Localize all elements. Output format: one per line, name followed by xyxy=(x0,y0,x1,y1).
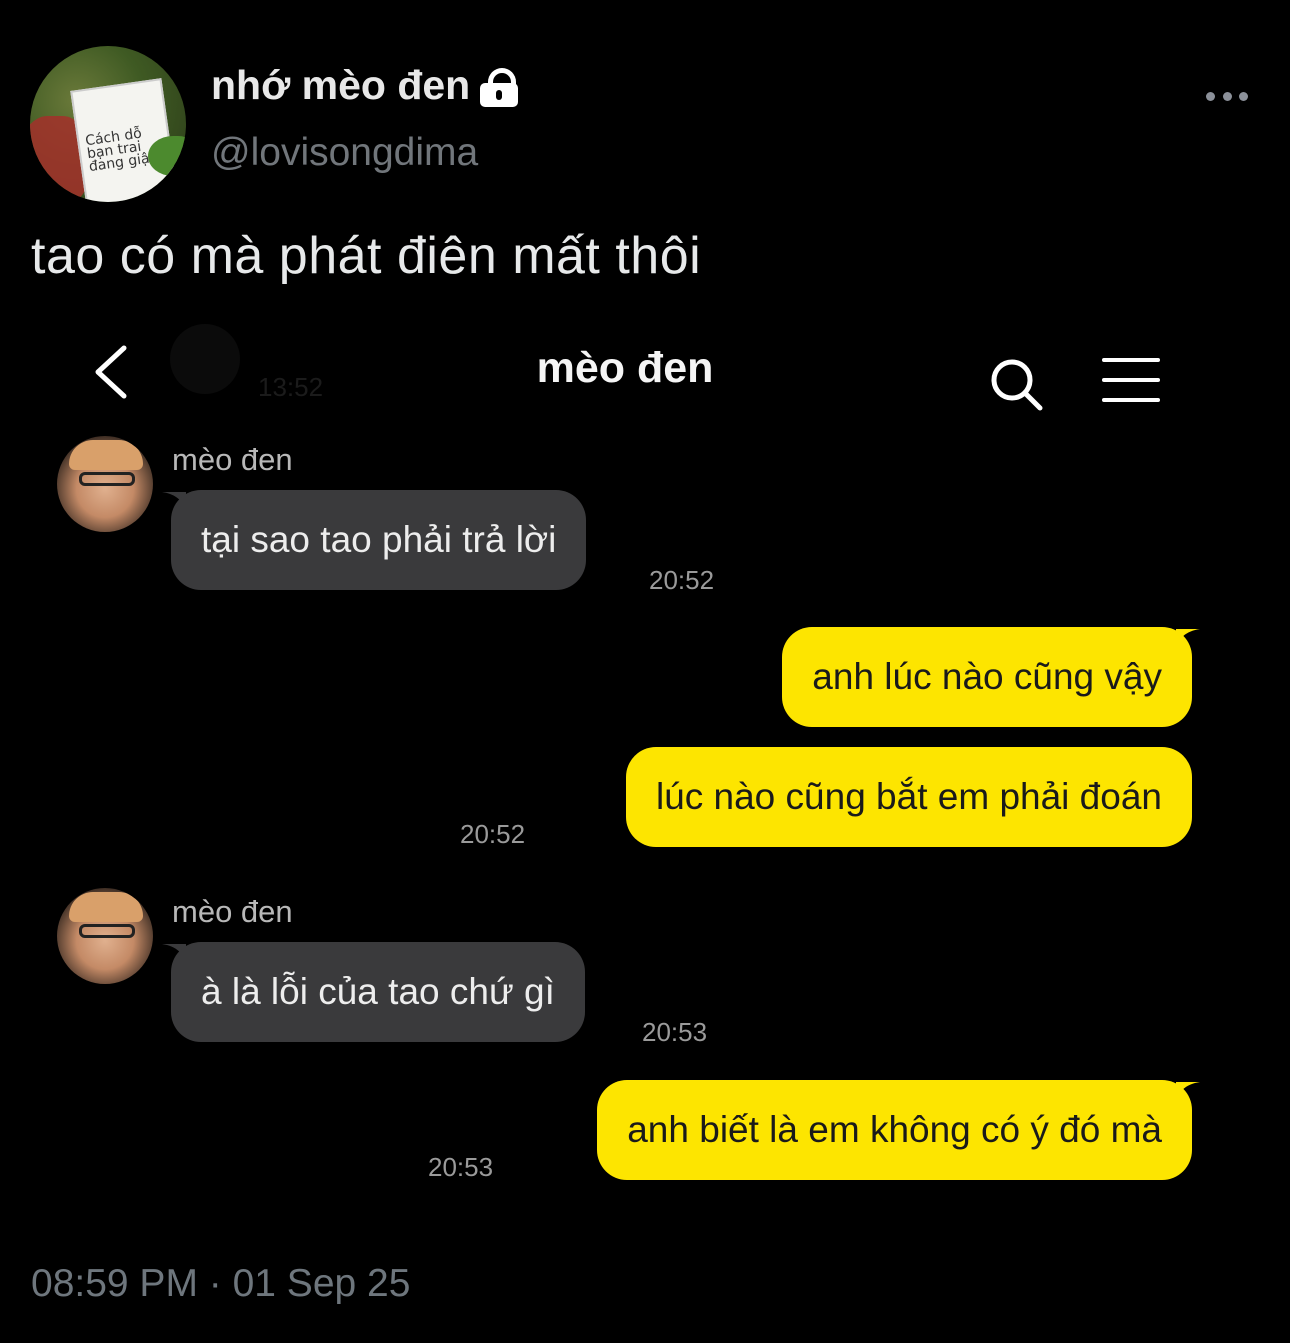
tweet-timestamp[interactable]: 08:59 PM · 01 Sep 25 xyxy=(31,1262,410,1306)
message-time: 20:52 xyxy=(460,819,526,849)
tweet-text: tao có mà phát điên mất thôi xyxy=(31,227,702,285)
message-time: 20:53 xyxy=(428,1152,494,1182)
contact-avatar[interactable] xyxy=(57,888,153,984)
message-bubble-incoming[interactable]: tại sao tao phải trả lời xyxy=(171,490,587,590)
lock-icon xyxy=(480,66,519,107)
message-time: 20:52 xyxy=(649,565,715,595)
message-time: 20:53 xyxy=(642,1017,708,1047)
contact-avatar[interactable] xyxy=(57,436,153,532)
display-name-text: nhớ mèo đen xyxy=(211,62,471,108)
menu-icon[interactable] xyxy=(1102,358,1160,402)
message-bubble-outgoing[interactable]: anh biết là em không có ý đó mà xyxy=(597,1080,1192,1180)
sender-name: mèo đen xyxy=(172,894,293,929)
user-handle[interactable]: @lovisongdima xyxy=(211,131,478,175)
sender-name: mèo đen xyxy=(172,442,293,477)
chat-title: mèo đen xyxy=(536,344,714,392)
more-options-icon[interactable] xyxy=(1206,88,1248,104)
search-icon[interactable] xyxy=(988,356,1044,412)
message-bubble-outgoing[interactable]: anh lúc nào cũng vậy xyxy=(782,627,1192,727)
profile-avatar[interactable]: Cách dỗ bạn trai đang giận xyxy=(30,46,186,202)
message-bubble-incoming[interactable]: à là lỗi của tao chứ gì xyxy=(171,942,585,1042)
message-bubble-outgoing[interactable]: lúc nào cũng bắt em phải đoán xyxy=(625,747,1192,847)
display-name[interactable]: nhớ mèo đen xyxy=(211,62,519,109)
